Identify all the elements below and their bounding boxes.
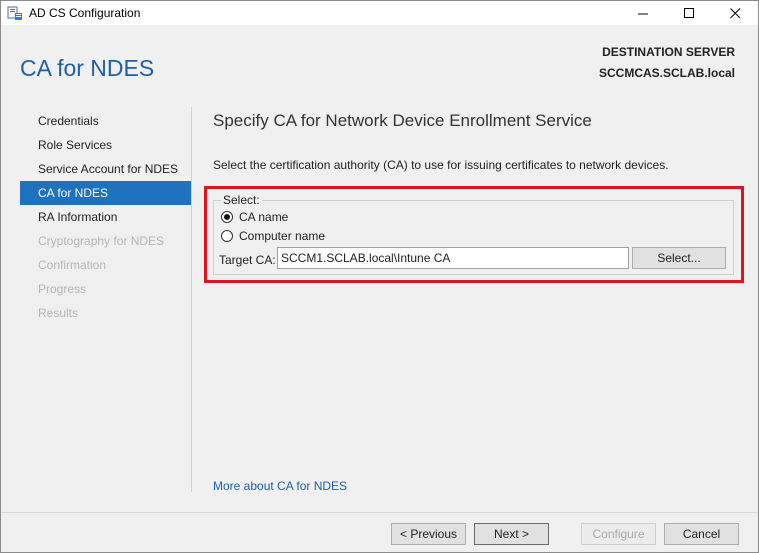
- wizard-header: CA for NDES DESTINATION SERVER SCCMCAS.S…: [1, 25, 758, 101]
- minimize-button[interactable]: [620, 1, 666, 25]
- title-bar: AD CS Configuration: [1, 1, 758, 25]
- nav-item-progress: Progress: [38, 282, 87, 296]
- nav-item-role-services[interactable]: Role Services: [20, 133, 192, 157]
- close-button[interactable]: [712, 1, 758, 25]
- nav-item-ra-information[interactable]: RA Information: [20, 205, 192, 229]
- main-panel: Specify CA for Network Device Enrollment…: [204, 101, 744, 512]
- nav-item-confirmation: Confirmation: [38, 258, 107, 272]
- nav-item-cryptography: Cryptography for NDES: [38, 234, 165, 248]
- destination-server-label: DESTINATION SERVER: [602, 45, 735, 59]
- section-description: Select the certification authority (CA) …: [213, 158, 669, 172]
- wizard-footer: < Previous Next > Configure Cancel: [1, 512, 758, 552]
- nav-item-results: Results: [38, 306, 79, 320]
- nav-item-ca-for-ndes[interactable]: CA for NDES: [20, 181, 192, 205]
- configure-button: Configure: [581, 523, 656, 545]
- wizard-steps-nav: Credentials Role Services Service Accoun…: [20, 109, 192, 325]
- next-button[interactable]: Next >: [474, 523, 549, 545]
- maximize-button[interactable]: [666, 1, 712, 25]
- cancel-button[interactable]: Cancel: [664, 523, 739, 545]
- more-about-link[interactable]: More about CA for NDES: [213, 479, 347, 493]
- certificate-server-icon: [7, 6, 22, 20]
- wizard-content: Credentials Role Services Service Accoun…: [1, 101, 758, 512]
- nav-item-credentials[interactable]: Credentials: [20, 109, 192, 133]
- previous-button[interactable]: < Previous: [391, 523, 466, 545]
- close-icon: [729, 7, 740, 18]
- page-title: CA for NDES: [20, 55, 155, 81]
- minimize-icon: [637, 13, 648, 14]
- nav-item-service-account[interactable]: Service Account for NDES: [20, 157, 192, 181]
- maximize-icon: [683, 7, 694, 18]
- window-title: AD CS Configuration: [29, 6, 141, 20]
- destination-server-name: SCCMCAS.SCLAB.local: [598, 66, 735, 80]
- section-title: Specify CA for Network Device Enrollment…: [213, 111, 592, 130]
- ad-cs-configuration-window: AD CS Configuration CA for NDES DESTINAT…: [0, 0, 759, 553]
- red-highlight-box: [204, 186, 744, 283]
- nav-divider: [191, 107, 192, 492]
